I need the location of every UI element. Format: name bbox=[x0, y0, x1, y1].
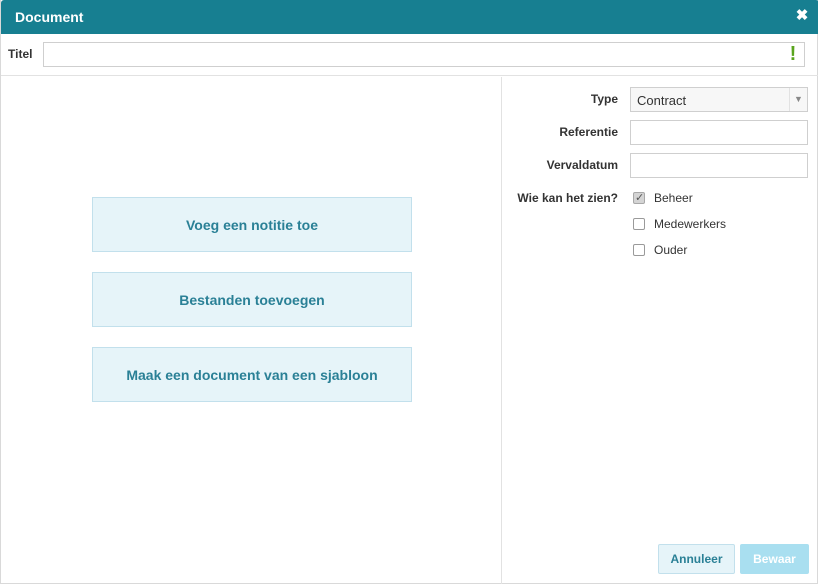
type-select[interactable]: Contract ▼ bbox=[630, 87, 808, 112]
content-pane: Voeg een notitie toe Bestanden toevoegen… bbox=[1, 77, 501, 584]
reference-label: Referentie bbox=[559, 125, 618, 139]
due-date-input[interactable] bbox=[630, 153, 808, 178]
save-button[interactable]: Bewaar bbox=[740, 544, 809, 574]
type-select-value: Contract bbox=[637, 93, 687, 108]
cancel-button[interactable]: Annuleer bbox=[658, 544, 735, 574]
visibility-label: Wie kan het zien? bbox=[517, 191, 618, 205]
visibility-option-medewerkers[interactable]: Medewerkers bbox=[633, 216, 726, 232]
title-label: Titel bbox=[8, 47, 33, 61]
checkbox[interactable] bbox=[633, 244, 645, 256]
dialog-title: Document bbox=[15, 9, 84, 25]
type-label: Type bbox=[590, 92, 618, 106]
add-files-button[interactable]: Bestanden toevoegen bbox=[92, 272, 412, 327]
create-from-template-button[interactable]: Maak een document van een sjabloon bbox=[92, 347, 412, 402]
dialog-header: Document ✖ bbox=[1, 0, 818, 34]
due-date-label: Vervaldatum bbox=[546, 158, 618, 172]
visibility-option-beheer[interactable]: Beheer bbox=[633, 190, 693, 206]
chevron-down-icon: ▼ bbox=[789, 88, 807, 111]
checkbox-checked[interactable] bbox=[633, 191, 645, 204]
visibility-option-ouder[interactable]: Ouder bbox=[633, 242, 687, 258]
properties-pane: Type Contract ▼ Referentie Vervaldatum W… bbox=[501, 77, 818, 584]
visibility-option-label: Beheer bbox=[654, 191, 693, 205]
visibility-option-label: Ouder bbox=[654, 243, 688, 257]
document-dialog: Document ✖ Titel ! Voeg een notitie toe … bbox=[0, 0, 818, 584]
checkbox[interactable] bbox=[633, 218, 645, 230]
visibility-option-label: Medewerkers bbox=[654, 217, 727, 231]
required-warning-icon: ! bbox=[789, 43, 797, 65]
reference-input[interactable] bbox=[630, 120, 808, 145]
close-icon[interactable]: ✖ bbox=[795, 8, 809, 24]
title-row: Titel ! bbox=[1, 34, 818, 76]
add-note-button[interactable]: Voeg een notitie toe bbox=[92, 197, 412, 252]
title-input[interactable] bbox=[43, 42, 805, 67]
